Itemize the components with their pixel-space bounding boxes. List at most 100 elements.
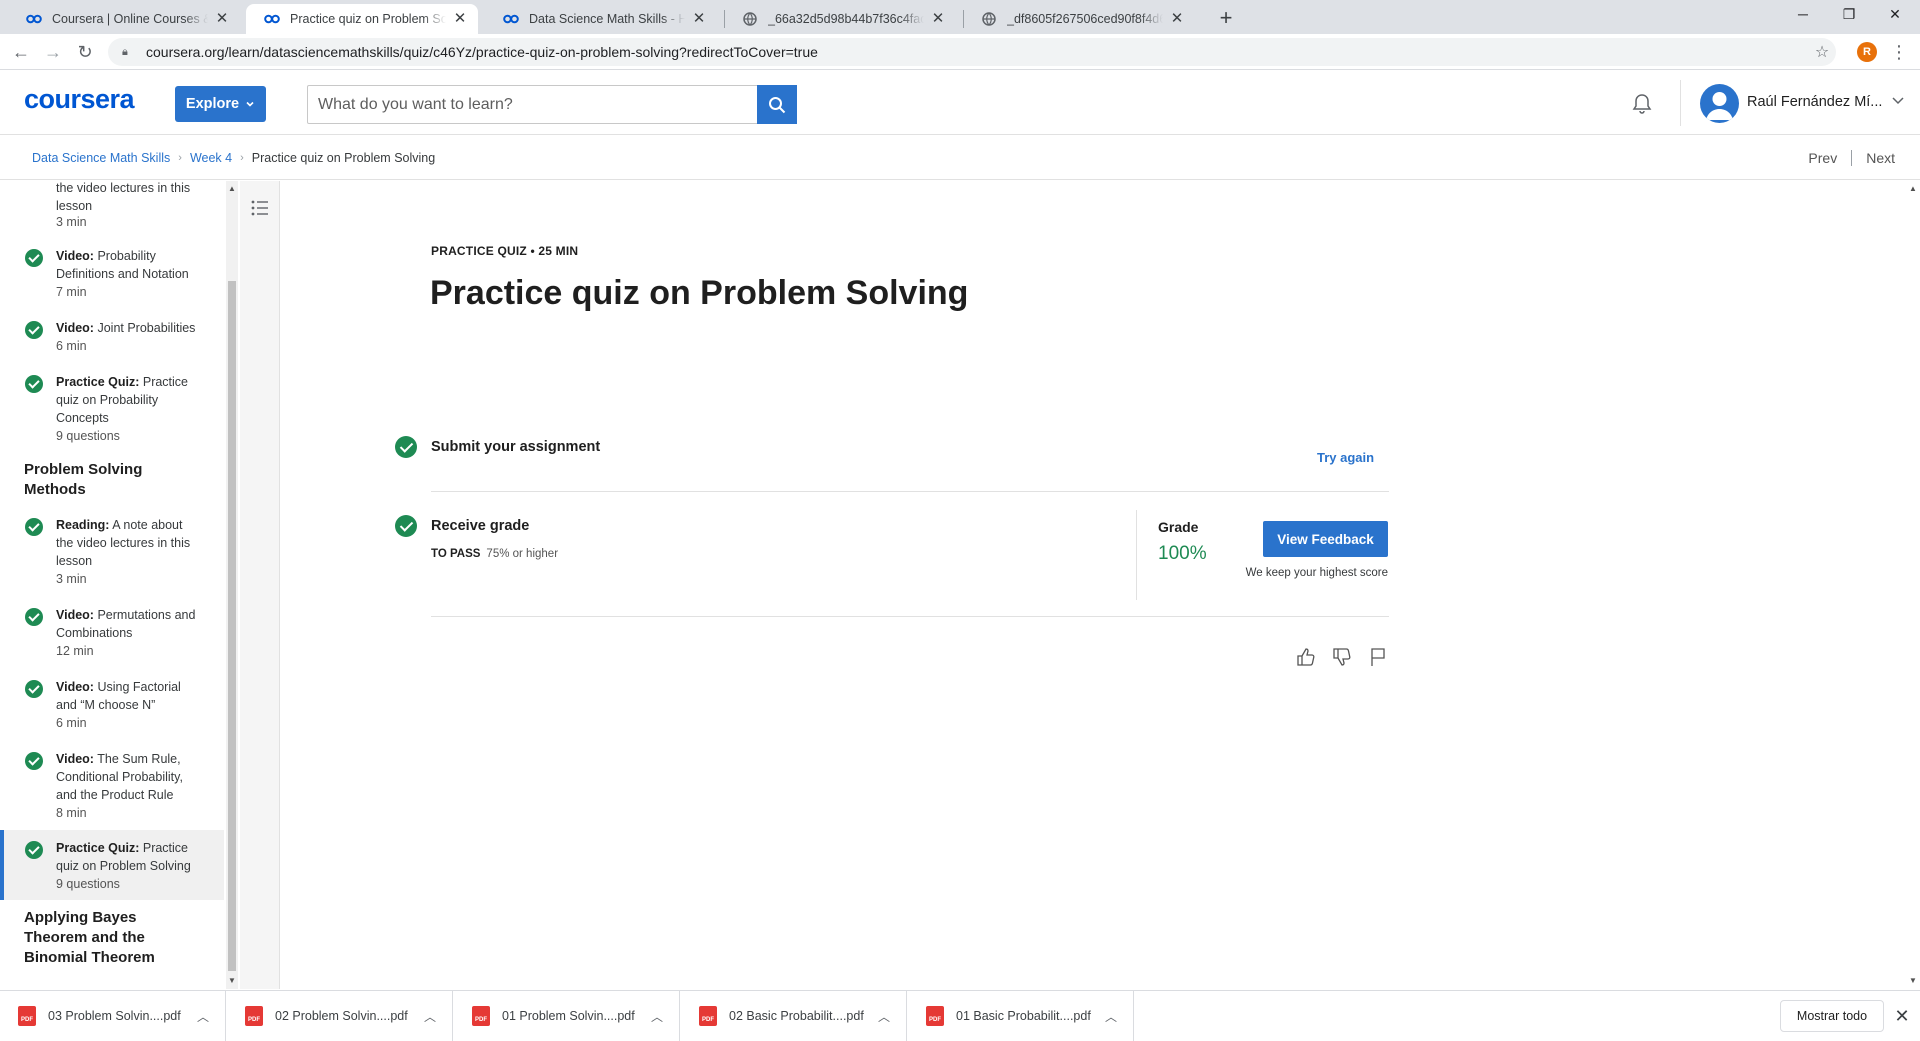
checkmark-icon — [25, 841, 43, 859]
grade-value: 100% — [1158, 543, 1207, 564]
prev-link[interactable]: Prev — [1808, 150, 1837, 166]
thumbs-down-icon[interactable] — [1331, 646, 1353, 668]
close-tab-icon[interactable]: ✕ — [452, 11, 468, 27]
sidebar-scrollbar[interactable]: ▲ ▼ — [226, 181, 238, 989]
divider — [431, 491, 1389, 492]
new-tab-icon[interactable]: + — [1213, 6, 1239, 32]
page-title: Practice quiz on Problem Solving — [430, 274, 969, 312]
bell-icon[interactable] — [1630, 92, 1654, 116]
sidebar-item-joint-probabilities[interactable]: Video: Joint Probabilities 6 min — [0, 317, 224, 361]
item-kind: Reading: — [56, 518, 110, 532]
coursera-logo[interactable]: coursera — [24, 84, 135, 115]
sidebar-item-permutations[interactable]: Video: Permutations and Combinations 12 … — [0, 604, 224, 658]
main-scrollbar[interactable]: ▲ ▼ — [1905, 181, 1920, 989]
close-tab-icon[interactable]: ✕ — [1169, 11, 1185, 27]
download-filename: 02 Problem Solvin....pdf — [275, 1009, 408, 1023]
item-kind: Video: — [56, 608, 94, 622]
browser-tab[interactable]: _df8605f267506ced90f8f4d6503c ✕ — [963, 4, 1195, 34]
explore-button[interactable]: Explore — [175, 86, 266, 122]
reload-icon[interactable]: ↻ — [72, 39, 98, 65]
sidebar-item-title: Practice Quiz: Practice quiz on Problem … — [56, 839, 201, 875]
chevron-right-icon: › — [178, 152, 182, 164]
show-all-downloads-button[interactable]: Mostrar todo — [1780, 1000, 1884, 1032]
download-item[interactable]: PDF 02 Basic Probabilit....pdf ︿ — [681, 991, 907, 1041]
view-feedback-button[interactable]: View Feedback — [1263, 521, 1388, 557]
forward-icon[interactable]: → — [40, 39, 66, 65]
try-again-link[interactable]: Try again — [1317, 450, 1374, 465]
tab-title: Coursera | Online Courses & Crede — [52, 12, 208, 26]
download-filename: 03 Problem Solvin....pdf — [48, 1009, 181, 1023]
minimize-icon[interactable]: ─ — [1780, 0, 1826, 30]
url-text[interactable]: coursera.org/learn/datasciencemathskills… — [146, 44, 1808, 60]
browser-tab[interactable]: Data Science Math Skills - Home | ✕ — [485, 4, 717, 34]
breadcrumb: Data Science Math Skills › Week 4 › Prac… — [32, 151, 435, 165]
search-icon — [769, 96, 786, 113]
checkmark-icon — [25, 752, 43, 770]
sidebar-item-sum-rule[interactable]: Video: The Sum Rule, Conditional Probabi… — [0, 748, 224, 820]
list-icon[interactable] — [249, 197, 271, 219]
close-downloads-icon[interactable]: ✕ — [1892, 1004, 1912, 1028]
profile-avatar[interactable]: R — [1857, 42, 1877, 62]
download-item[interactable]: PDF 02 Problem Solvin....pdf ︿ — [227, 991, 453, 1041]
scroll-up-icon[interactable]: ▲ — [226, 183, 238, 195]
header-divider — [1680, 80, 1681, 126]
sidebar-item-probability-definitions[interactable]: Video: Probability Definitions and Notat… — [0, 245, 224, 307]
coursera-icon — [503, 11, 519, 27]
sidebar-item-title: Video: Permutations and Combinations — [56, 606, 201, 642]
chevron-down-icon[interactable] — [1890, 92, 1906, 108]
download-item[interactable]: PDF 01 Basic Probabilit....pdf ︿ — [908, 991, 1134, 1041]
sidebar-item[interactable]: the video lectures in this lesson 3 min — [0, 181, 224, 229]
sidebar-item-factorial[interactable]: Video: Using Factorial and “M choose N” … — [0, 676, 224, 730]
item-kind: Video: — [56, 752, 94, 766]
outline-toggle-column — [240, 181, 280, 989]
chevron-up-icon[interactable]: ︿ — [1101, 1008, 1121, 1025]
chevron-up-icon[interactable]: ︿ — [647, 1008, 667, 1025]
back-icon[interactable]: ← — [8, 39, 34, 65]
address-bar[interactable]: 🔒︎ coursera.org/learn/datasciencemathski… — [108, 38, 1836, 66]
next-link[interactable]: Next — [1866, 150, 1895, 166]
chevron-down-icon — [246, 101, 254, 107]
feedback-actions — [1295, 646, 1389, 668]
flag-icon[interactable] — [1367, 646, 1389, 668]
breadcrumb-bar: Data Science Math Skills › Week 4 › Prac… — [0, 136, 1920, 180]
sidebar-item-duration: 7 min — [56, 285, 87, 299]
breadcrumb-course-link[interactable]: Data Science Math Skills — [32, 151, 170, 165]
search-button[interactable] — [757, 85, 797, 124]
download-filename: 01 Problem Solvin....pdf — [502, 1009, 635, 1023]
close-tab-icon[interactable]: ✕ — [930, 11, 946, 27]
breadcrumb-week-link[interactable]: Week 4 — [190, 151, 232, 165]
sidebar-item-practice-quiz-probability[interactable]: Practice Quiz: Practice quiz on Probabil… — [0, 371, 224, 451]
browser-tab[interactable]: Coursera | Online Courses & Crede ✕ — [8, 4, 240, 34]
scrollbar-thumb[interactable] — [228, 281, 236, 971]
avatar[interactable] — [1700, 84, 1739, 123]
lock-icon: 🔒︎ — [122, 45, 128, 58]
sidebar-item-duration: 6 min — [56, 716, 87, 730]
download-item[interactable]: PDF 03 Problem Solvin....pdf ︿ — [0, 991, 226, 1041]
chevron-up-icon[interactable]: ︿ — [193, 1008, 213, 1025]
sidebar-item-reading-note[interactable]: Reading: A note about the video lectures… — [0, 514, 224, 586]
pdf-file-icon: PDF — [699, 1006, 717, 1026]
scroll-up-icon[interactable]: ▲ — [1907, 183, 1919, 195]
close-tab-icon[interactable]: ✕ — [214, 11, 230, 27]
browser-menu-icon[interactable]: ⋮ — [1889, 40, 1909, 64]
chevron-up-icon[interactable]: ︿ — [874, 1008, 894, 1025]
pdf-file-icon: PDF — [472, 1006, 490, 1026]
browser-tab[interactable]: _66a32d5d98b44b7f36c4facc82b ✕ — [724, 4, 956, 34]
user-name[interactable]: Raúl Fernández Mí... — [1747, 94, 1882, 110]
chevron-up-icon[interactable]: ︿ — [420, 1008, 440, 1025]
browser-tab-active[interactable]: Practice quiz on Problem Solving | ✕ — [246, 4, 478, 34]
highest-score-note: We keep your highest score — [1245, 567, 1388, 579]
sidebar-item-title: Video: Probability Definitions and Notat… — [56, 247, 201, 283]
thumbs-up-icon[interactable] — [1295, 646, 1317, 668]
scroll-down-icon[interactable]: ▼ — [226, 975, 238, 987]
close-tab-icon[interactable]: ✕ — [691, 11, 707, 27]
search-input[interactable] — [308, 86, 757, 123]
close-window-icon[interactable]: ✕ — [1872, 0, 1918, 30]
submit-assignment-label: Submit your assignment — [431, 439, 601, 455]
sidebar-section-title: Problem Solving Methods — [24, 461, 143, 498]
download-item[interactable]: PDF 01 Problem Solvin....pdf ︿ — [454, 991, 680, 1041]
bookmark-star-icon[interactable]: ☆ — [1808, 42, 1836, 62]
sidebar-item-practice-quiz-problem-solving[interactable]: Practice Quiz: Practice quiz on Problem … — [0, 830, 224, 900]
scroll-down-icon[interactable]: ▼ — [1907, 975, 1919, 987]
restore-icon[interactable]: ❐ — [1826, 0, 1872, 30]
